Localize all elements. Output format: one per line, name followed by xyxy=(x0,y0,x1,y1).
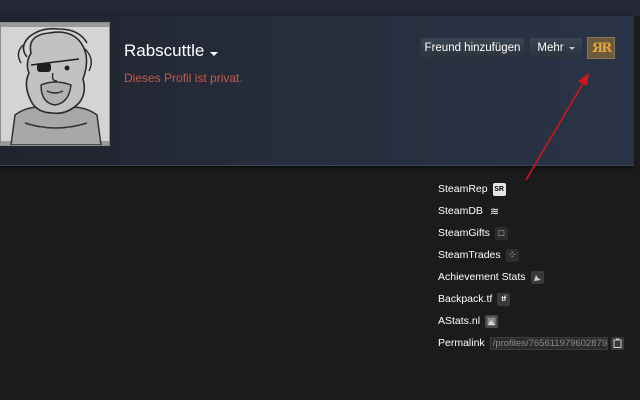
link-label: SteamDB xyxy=(438,205,483,217)
achievement-stats-icon xyxy=(530,270,544,284)
add-friend-button[interactable]: Freund hinzufügen xyxy=(420,37,525,59)
profile-name: Rabscuttle xyxy=(124,41,205,60)
steamgifts-icon: □ xyxy=(494,226,508,240)
header-edge xyxy=(634,16,640,166)
permalink-row: Permalink /profiles/76561197960287930 xyxy=(438,335,624,351)
more-button[interactable]: Mehr xyxy=(529,37,583,59)
profile-name-dropdown[interactable]: Rabscuttle xyxy=(124,41,219,61)
steamdb-icon: ≋ xyxy=(489,205,500,218)
chevron-down-icon xyxy=(210,52,219,56)
link-label: AStats.nl xyxy=(438,315,481,327)
steamrep-icon: SR xyxy=(492,182,506,196)
steamtrades-icon: ⁘ xyxy=(505,248,519,262)
add-friend-label: Freund hinzufügen xyxy=(424,42,521,54)
link-label: SteamGifts xyxy=(438,227,490,239)
link-steamtrades[interactable]: SteamTrades ⁘ xyxy=(438,247,519,263)
astats-icon xyxy=(485,314,499,328)
link-steamdb[interactable]: SteamDB ≋ xyxy=(438,203,501,219)
more-label: Mehr xyxy=(537,42,564,54)
top-navigation-bar xyxy=(0,0,640,16)
link-achievement-stats[interactable]: Achievement Stats xyxy=(438,269,544,285)
private-profile-notice: Dieses Profil ist privat. xyxy=(124,71,243,85)
link-label: SteamTrades xyxy=(438,249,501,261)
link-label: Backpack.tf xyxy=(438,293,493,305)
profile-avatar xyxy=(0,22,110,146)
link-steamgifts[interactable]: SteamGifts □ xyxy=(438,225,508,241)
permalink-label: Permalink xyxy=(438,337,485,349)
clipboard-icon[interactable] xyxy=(610,336,624,350)
link-steamrep[interactable]: SteamRep SR xyxy=(438,181,506,197)
permalink-field[interactable]: /profiles/76561197960287930 xyxy=(489,336,608,350)
chevron-down-icon xyxy=(568,46,575,50)
extension-logo-icon: ЯR xyxy=(591,40,612,56)
link-label: Achievement Stats xyxy=(438,271,526,283)
link-backpack-tf[interactable]: Backpack.tf tf xyxy=(438,291,511,307)
extension-button[interactable]: ЯR xyxy=(587,37,615,59)
link-label: SteamRep xyxy=(438,183,488,195)
backpack-tf-icon: tf xyxy=(497,292,511,306)
link-astats[interactable]: AStats.nl xyxy=(438,313,499,329)
